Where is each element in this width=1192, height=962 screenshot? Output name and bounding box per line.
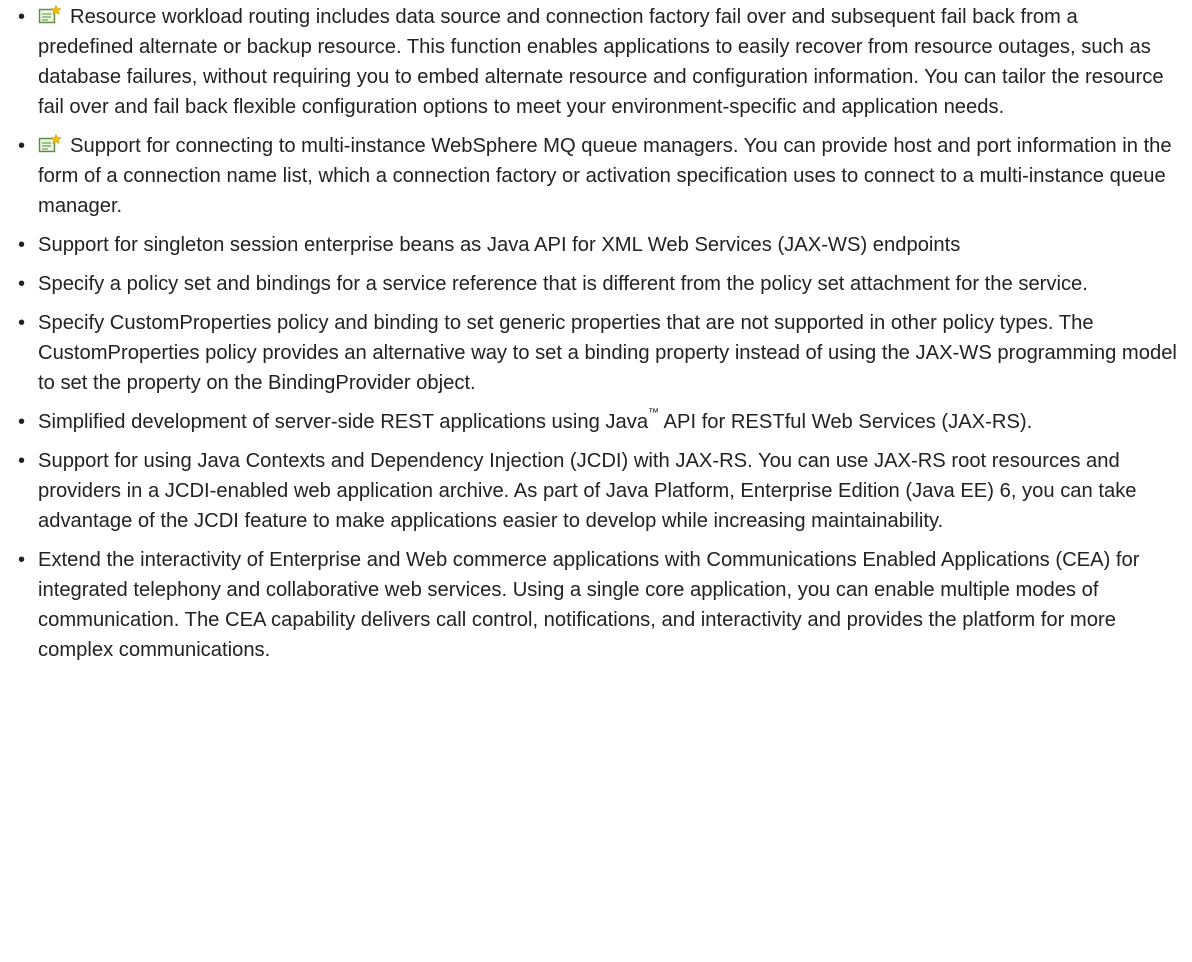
new-feature-icon: [38, 5, 62, 25]
list-item-text: Extend the interactivity of Enterprise a…: [38, 549, 1140, 661]
text-before-trademark: Simplified development of server-side RE…: [38, 411, 649, 433]
bullet: •: [18, 549, 26, 571]
list-item-text: Specify CustomProperties policy and bind…: [38, 312, 1177, 394]
trademark-symbol: ™: [648, 407, 660, 420]
bullet: •: [18, 312, 26, 334]
list-item: • Specify CustomProperties policy and bi…: [18, 308, 1178, 398]
list-item: • Specify a policy set and bindings for …: [18, 269, 1178, 299]
bullet: •: [18, 135, 26, 157]
list-item: • Support for singleton session enterpri…: [18, 230, 1178, 260]
bullet: •: [18, 6, 26, 28]
document-page: • Resource workload routing includes dat…: [0, 0, 1192, 962]
list-item-text: Support for using Java Contexts and Depe…: [38, 450, 1137, 532]
list-item: • Resource workload routing includes dat…: [18, 2, 1178, 122]
new-feature-icon: [38, 134, 62, 154]
list-item: • Support for connecting to multi-instan…: [18, 131, 1178, 221]
bullet: •: [18, 273, 26, 295]
list-item-text: Specify a policy set and bindings for a …: [38, 273, 1088, 295]
list-item: • Support for using Java Contexts and De…: [18, 446, 1178, 536]
list-item: • Simplified development of server-side …: [18, 407, 1178, 437]
text-after-trademark: API for RESTful Web Services (JAX-RS).: [659, 411, 1033, 433]
bullet: •: [18, 234, 26, 256]
feature-list: • Resource workload routing includes dat…: [18, 2, 1178, 674]
list-item-text: Support for singleton session enterprise…: [38, 234, 961, 256]
list-item: • Extend the interactivity of Enterprise…: [18, 545, 1178, 665]
bullet: •: [18, 411, 26, 433]
list-item-text: Resource workload routing includes data …: [38, 6, 1164, 118]
list-item-text: Support for connecting to multi-instance…: [38, 135, 1172, 217]
bullet: •: [18, 450, 26, 472]
list-item-text: Simplified development of server-side RE…: [38, 408, 1033, 433]
